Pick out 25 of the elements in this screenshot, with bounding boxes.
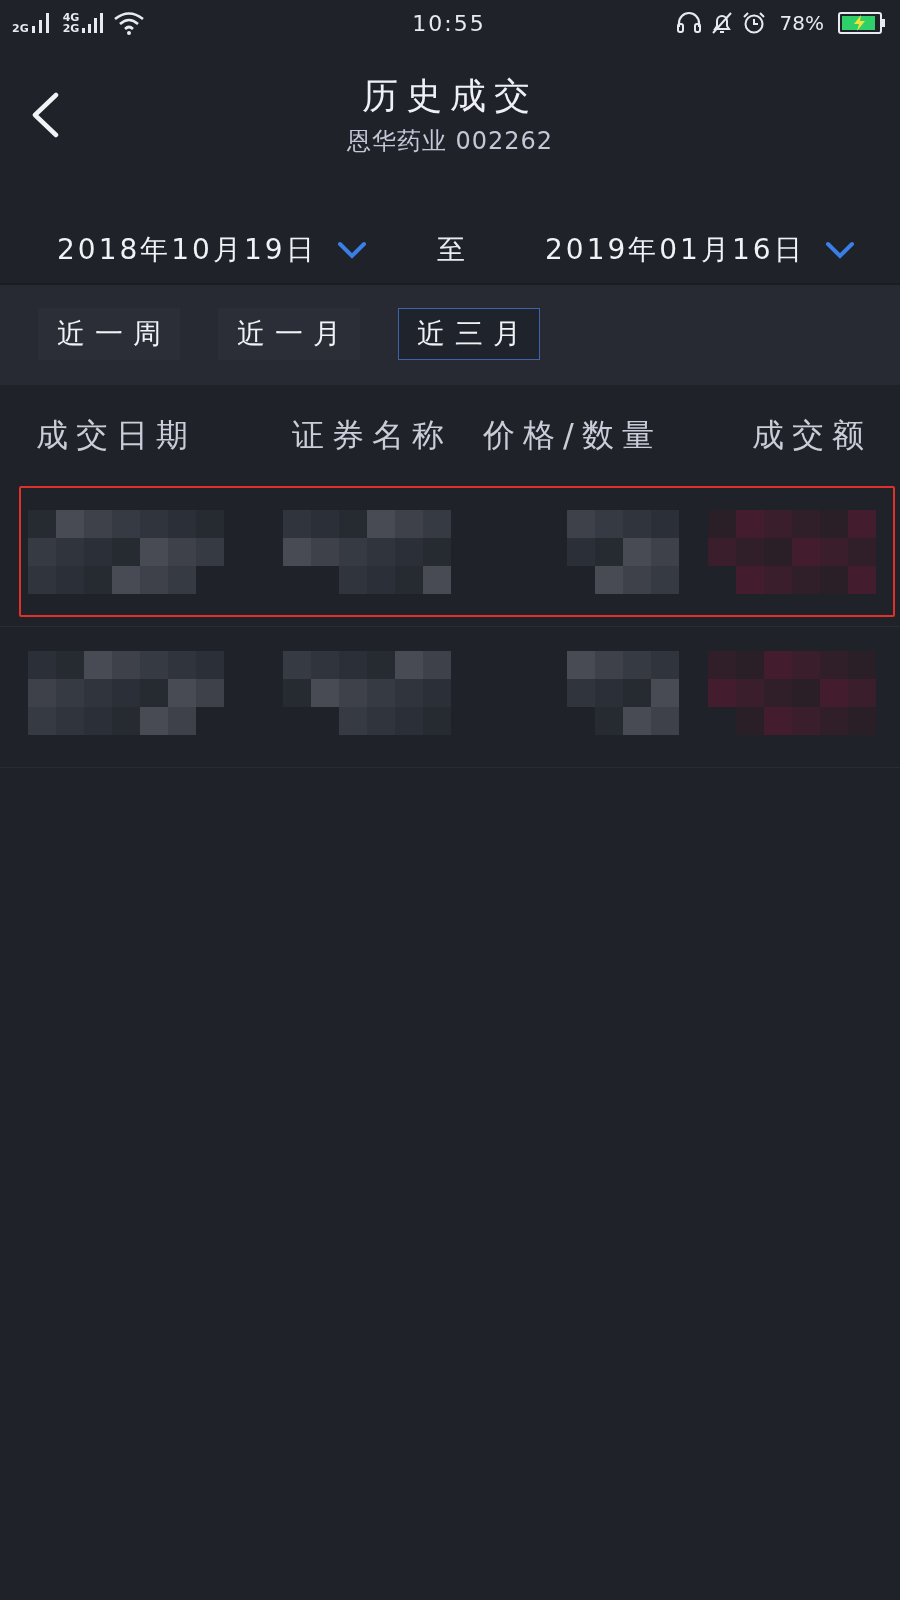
network-label: 4G [62,12,80,23]
back-button[interactable] [30,92,60,138]
headphones-icon [675,11,702,35]
range-tab[interactable]: 近一周 [38,308,180,360]
column-header: 证券名称 [292,414,453,456]
chevron-down-icon[interactable] [824,240,855,259]
range-separator: 至 [437,231,466,268]
battery-percent: 78% [779,11,824,35]
signal-bars-icon [81,12,104,34]
clock-time: 10:55 [412,10,486,36]
end-date-picker[interactable]: 2019年01月16日 [545,230,805,269]
network-label: 2G [62,23,80,34]
column-header: 价格/数量 [483,414,663,456]
start-date-picker[interactable]: 2018年10月19日 [57,230,317,269]
page-title: 历史成交 [362,74,538,118]
range-tab[interactable]: 近一月 [218,308,360,360]
column-header: 成交日期 [36,414,197,456]
column-header: 成交额 [752,414,873,456]
range-tab[interactable]: 近三月 [398,308,540,360]
bell-off-icon [709,11,734,35]
stock-subtitle: 恩华药业 002262 [346,126,554,156]
alarm-clock-icon [741,11,766,35]
wifi-icon [113,11,146,35]
chevron-down-icon[interactable] [336,240,367,259]
network-label: 2G [12,23,29,34]
